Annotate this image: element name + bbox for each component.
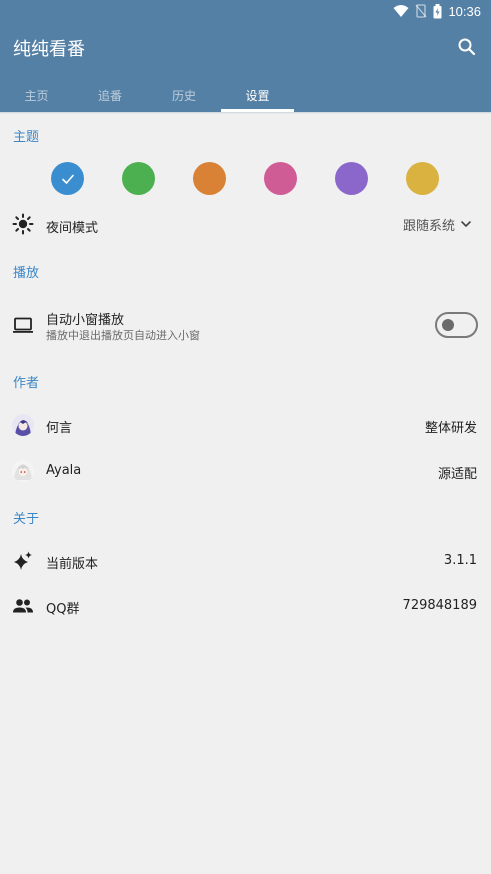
author-name: 何言 [46,421,73,436]
status-time: 10:36 [448,3,481,19]
night-mode-label: 夜间模式 [46,221,99,236]
auto-pip-toggle[interactable] [435,312,478,338]
night-mode-dropdown[interactable]: 跟随系统 [403,215,473,234]
wifi-icon [393,5,409,17]
section-header-playback: 播放 [13,266,40,281]
brightness-icon [12,213,34,235]
author-name: Ayala [46,463,82,478]
qq-group-value: 729848189 [402,598,477,613]
search-icon [458,38,476,56]
search-button[interactable] [456,36,478,58]
no-signal-icon [415,4,427,18]
theme-color-yellow[interactable] [406,162,439,195]
version-label: 当前版本 [46,557,99,572]
tab-home[interactable]: 主页 [0,78,73,112]
check-icon [61,174,74,184]
group-icon [12,595,34,617]
theme-color-orange[interactable] [193,162,226,195]
qq-group-label: QQ群 [46,602,80,617]
tab-settings[interactable]: 设置 [221,78,294,112]
theme-color-pink[interactable] [264,162,297,195]
section-header-theme: 主题 [13,130,40,145]
battery-icon [433,3,442,18]
theme-color-green[interactable] [122,162,155,195]
laptop-icon [12,314,34,336]
section-header-authors: 作者 [13,376,40,391]
sparkle-icon [12,550,34,572]
app-bar: 纯纯看番 主页 追番 历史 设置 [0,22,491,112]
auto-pip-description: 播放中退出播放页自动进入小窗 [46,329,200,342]
avatar[interactable] [12,460,34,482]
tab-bar: 主页 追番 历史 设置 [0,78,491,112]
version-value: 3.1.1 [443,553,477,568]
author-role: 源适配 [437,467,477,482]
section-header-about: 关于 [13,512,40,527]
auto-pip-label: 自动小窗播放 [46,313,125,328]
status-icons: 10:36 [393,3,481,19]
app-title: 纯纯看番 [13,39,85,60]
tab-following[interactable]: 追番 [73,78,147,112]
night-mode-value: 跟随系统 [403,218,456,234]
app-bar-shadow [0,112,491,114]
toggle-knob [442,319,454,331]
status-bar: 10:36 [0,0,491,22]
chevron-down-icon [461,221,471,227]
theme-color-purple[interactable] [335,162,368,195]
author-role: 整体研发 [424,421,477,436]
avatar[interactable] [12,414,34,436]
theme-color-blue[interactable] [51,162,84,195]
tab-history[interactable]: 历史 [147,78,221,112]
